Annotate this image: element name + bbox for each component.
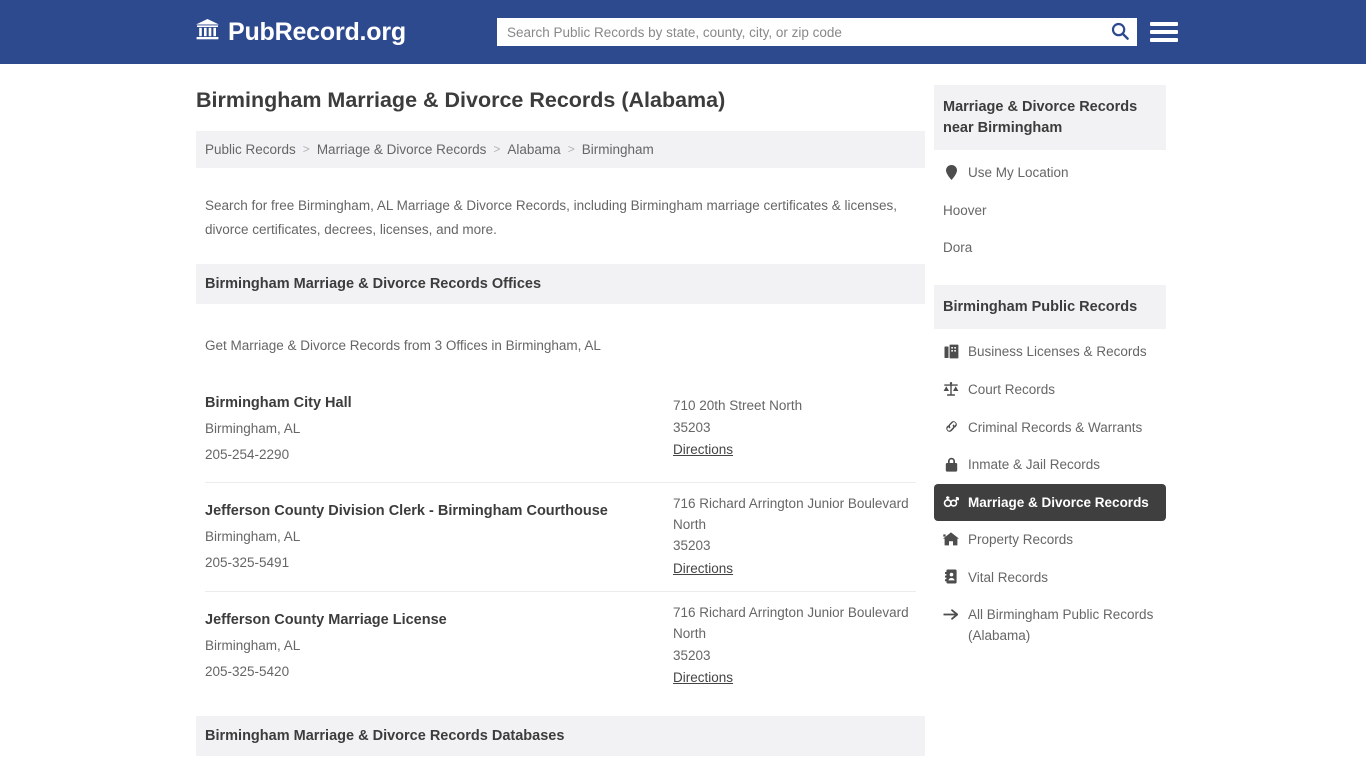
office-phone: 205-254-2290 <box>205 446 290 462</box>
sidebar-panel-public-records: Birmingham Public Records Business Licen… <box>934 284 1166 655</box>
page-intro-text: Search for free Birmingham, AL Marriage … <box>205 198 898 237</box>
map-pin-icon <box>943 164 959 180</box>
breadcrumb-item-public-records[interactable]: Public Records <box>205 142 296 157</box>
office-phone: 205-325-5420 <box>205 664 290 680</box>
hamburger-menu-button[interactable] <box>1150 18 1178 46</box>
office-name: Jefferson County Division Clerk - Birmin… <box>205 503 608 520</box>
sidebar-item-use-my-location[interactable]: Use My Location <box>934 154 1166 192</box>
sidebar-item-criminal-records[interactable]: Criminal Records & Warrants <box>934 409 1166 447</box>
databases-section-heading: Birmingham Marriage & Divorce Records Da… <box>196 716 925 757</box>
site-logo-link[interactable]: PubRecord.org <box>196 19 406 45</box>
breadcrumb: Public Records > Marriage & Divorce Reco… <box>196 130 925 168</box>
office-info: Jefferson County Marriage License Birmin… <box>205 607 673 685</box>
gender-symbols-icon <box>943 494 959 510</box>
search-button[interactable] <box>1103 18 1137 46</box>
office-street: 716 Richard Arrington Junior Boulevard N… <box>673 495 909 533</box>
sidebar-item-inmate-jail-records[interactable]: Inmate & Jail Records <box>934 446 1166 484</box>
lock-icon <box>943 456 959 472</box>
sidebar-item-label: Vital Records <box>968 569 1049 585</box>
table-row: Birmingham City Hall Birmingham, AL 205-… <box>205 386 916 482</box>
office-city-state: Birmingham, AL <box>205 420 301 436</box>
sidebar-item-label: Dora <box>943 240 973 256</box>
search-input[interactable] <box>497 19 1103 45</box>
page-title: Birmingham Marriage & Divorce Records (A… <box>196 88 726 112</box>
sidebar-item-label: Use My Location <box>968 165 1069 181</box>
table-row: Jefferson County Marriage License Birmin… <box>205 591 916 700</box>
office-street: 710 20th Street North <box>673 398 803 414</box>
sidebar-item-label: Inmate & Jail Records <box>968 457 1101 473</box>
sidebar-item-label: Court Records <box>968 381 1056 397</box>
site-header: PubRecord.org <box>0 0 1366 64</box>
hamburger-menu-icon-bar <box>1150 30 1178 34</box>
sidebar-item-label: Marriage & Divorce Records <box>968 494 1149 510</box>
sidebar-item-label: Criminal Records & Warrants <box>968 419 1143 435</box>
sidebar-panel-nearby: Marriage & Divorce Records near Birmingh… <box>934 85 1166 267</box>
office-address: 716 Richard Arrington Junior Boulevard N… <box>673 493 916 581</box>
sidebar-item-dora[interactable]: Dora <box>934 229 1166 267</box>
office-zip: 35203 <box>673 647 711 663</box>
sidebar-item-business-licenses[interactable]: Business Licenses & Records <box>934 333 1166 371</box>
main-content: Birmingham Marriage & Divorce Records (A… <box>196 64 925 768</box>
office-address: 716 Richard Arrington Junior Boulevard N… <box>673 602 916 690</box>
office-zip: 35203 <box>673 538 711 554</box>
office-phone: 205-325-5491 <box>205 555 290 571</box>
directions-link[interactable]: Directions <box>673 666 733 690</box>
sidebar-item-label: Hoover <box>943 202 987 218</box>
breadcrumb-item-alabama[interactable]: Alabama <box>507 142 560 157</box>
home-icon <box>943 531 959 547</box>
breadcrumb-item-birmingham: Birmingham <box>581 141 654 157</box>
hamburger-menu-icon <box>1150 22 1178 26</box>
sidebar-item-court-records[interactable]: Court Records <box>934 371 1166 409</box>
sidebar: Marriage & Divorce Records near Birmingh… <box>934 64 1166 673</box>
sidebar-item-all-public-records[interactable]: All Birmingham Public Records (Alabama) <box>934 596 1166 655</box>
office-address: 710 20th Street North 35203 Directions <box>673 395 916 462</box>
office-street: 716 Richard Arrington Junior Boulevard N… <box>673 605 909 642</box>
office-name: Birmingham City Hall <box>205 394 352 411</box>
sidebar-public-records-heading: Birmingham Public Records <box>934 284 1166 330</box>
breadcrumb-separator: > <box>493 142 501 157</box>
office-name: Jefferson County Marriage License <box>205 612 447 629</box>
scales-icon <box>943 381 959 397</box>
arrow-right-icon <box>943 606 959 622</box>
sidebar-nearby-heading: Marriage & Divorce Records near Birmingh… <box>934 85 1166 151</box>
briefcase-icon <box>943 343 959 359</box>
sidebar-item-label: Property Records <box>968 532 1074 548</box>
search-icon <box>1111 22 1129 43</box>
office-info: Birmingham City Hall Birmingham, AL 205-… <box>205 390 673 468</box>
sidebar-item-vital-records[interactable]: Vital Records <box>934 559 1166 597</box>
sidebar-item-hoover[interactable]: Hoover <box>934 192 1166 230</box>
table-row: Jefferson County Division Clerk - Birmin… <box>205 481 916 591</box>
site-logo-text: PubRecord.org <box>228 17 406 46</box>
office-zip: 35203 <box>673 419 711 435</box>
page-container: Birmingham Marriage & Divorce Records (A… <box>0 64 1366 768</box>
link-chain-icon <box>943 419 959 435</box>
directions-link[interactable]: Directions <box>673 438 733 462</box>
office-info: Jefferson County Division Clerk - Birmin… <box>205 498 673 576</box>
offices-list: Birmingham City Hall Birmingham, AL 205-… <box>196 386 925 701</box>
sidebar-item-marriage-divorce-records[interactable]: Marriage & Divorce Records <box>934 483 1166 522</box>
sidebar-item-property-records[interactable]: Property Records <box>934 521 1166 559</box>
bank-icon <box>196 19 219 45</box>
hamburger-menu-icon-bar <box>1150 38 1178 42</box>
sidebar-item-label: All Birmingham Public Records (Alabama) <box>968 607 1154 643</box>
offices-section-heading: Birmingham Marriage & Divorce Records Of… <box>196 264 925 305</box>
breadcrumb-item-marriage-divorce-records[interactable]: Marriage & Divorce Records <box>317 142 487 157</box>
office-city-state: Birmingham, AL <box>205 529 301 545</box>
search-bar <box>497 18 1137 46</box>
directions-link[interactable]: Directions <box>673 557 733 581</box>
breadcrumb-separator: > <box>302 142 310 157</box>
sidebar-item-label: Business Licenses & Records <box>968 344 1147 360</box>
address-book-icon <box>943 569 959 585</box>
office-city-state: Birmingham, AL <box>205 638 301 654</box>
offices-section-subheading: Get Marriage & Divorce Records from 3 Of… <box>205 337 601 353</box>
breadcrumb-separator: > <box>567 142 575 157</box>
